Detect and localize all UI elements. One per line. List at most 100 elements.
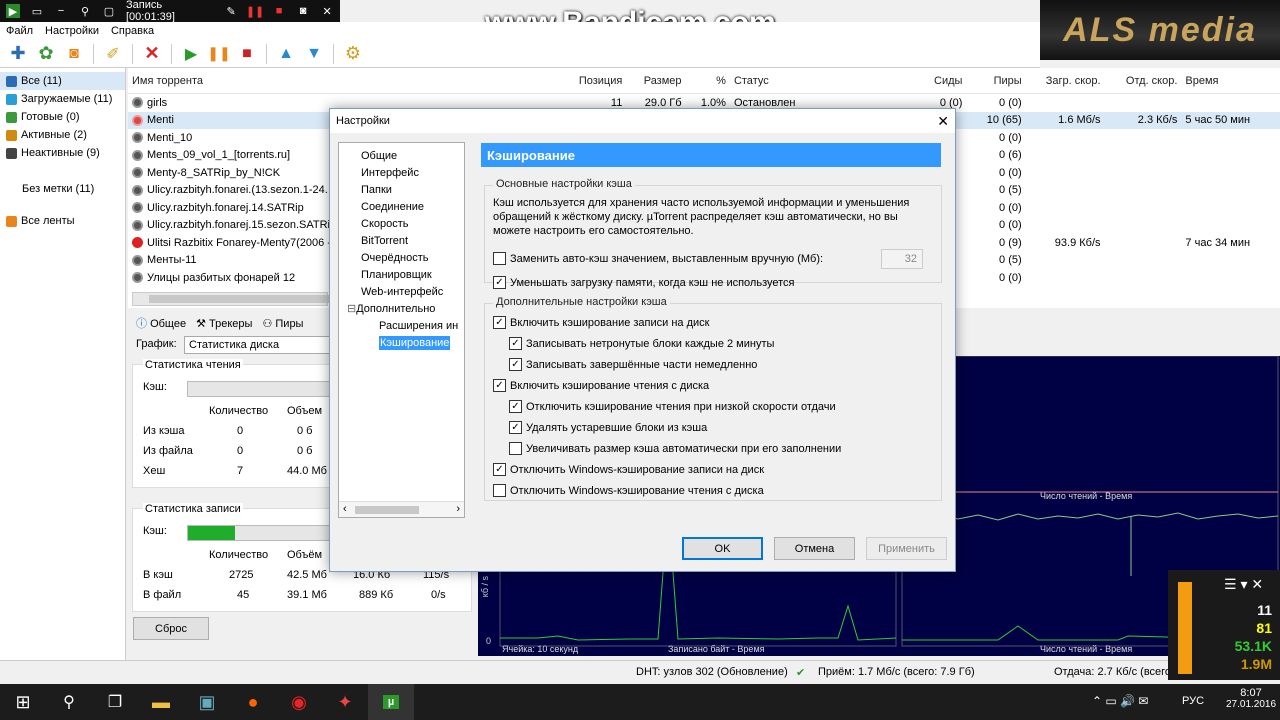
cache-option-checkbox[interactable]: Отключить Windows-кэширование чтения с д… [493, 484, 764, 497]
tree-item-11[interactable]: Кэширование [339, 334, 464, 351]
pause-icon[interactable]: ❚❚ [246, 4, 264, 18]
firefox-icon[interactable]: ● [230, 684, 276, 720]
remove-icon[interactable]: ✕ [140, 42, 164, 66]
tree-item-9[interactable]: ⊟ Дополнительно [339, 300, 464, 317]
cache-option-checkbox[interactable]: ✓ Отключить Windows-кэширование записи на… [493, 463, 764, 476]
col-name[interactable]: Имя торрента [128, 75, 571, 87]
windows-start-icon[interactable]: ⊞ [0, 684, 46, 720]
cache-option-checkbox[interactable]: ✓ Записывать завершённые части немедленно [509, 358, 757, 371]
tree-scrollbar[interactable]: ‹ › [339, 501, 464, 517]
file-explorer-icon[interactable]: ▬ [138, 684, 184, 720]
cancel-button[interactable]: Отмена [774, 537, 855, 560]
network-app-icon[interactable]: ▣ [184, 684, 230, 720]
col-percent[interactable]: % [686, 75, 730, 87]
tree-item-8[interactable]: Web-интерфейс [339, 283, 464, 300]
task-view-icon[interactable]: ❐ [92, 684, 138, 720]
close-icon[interactable]: ✕ [320, 4, 334, 18]
col-status[interactable]: Статус [730, 75, 878, 87]
tree-item-0[interactable]: Общие [339, 147, 464, 164]
menu-file[interactable]: Файл [6, 25, 33, 37]
menu-settings[interactable]: Настройки [45, 25, 99, 37]
window-target-icon[interactable]: ▢ [102, 4, 116, 18]
move-up-icon[interactable]: ▲ [274, 42, 298, 66]
sidebar-item-all[interactable]: Все (11) [0, 72, 125, 90]
cache-option-checkbox[interactable]: ✓ Записывать нетронутые блоки каждые 2 ми… [509, 337, 774, 350]
add-torrent-icon[interactable]: ✚ [6, 42, 30, 66]
apply-button[interactable]: Применить [866, 537, 947, 560]
graph-select[interactable]: Статистика диска [184, 336, 330, 354]
collapse-icon[interactable]: ⊟ [347, 302, 356, 315]
list-scrollbar[interactable] [132, 292, 329, 306]
start-icon[interactable]: ▶ [179, 42, 203, 66]
col-eta[interactable]: Время [1181, 75, 1280, 87]
settings-gear-icon[interactable]: ⚙ [341, 42, 365, 66]
reduce-memory-checkbox[interactable]: ✓ Уменьшать загрузку памяти, когда кэш н… [493, 276, 795, 289]
tab-label: Общее [150, 318, 187, 330]
cache-option-checkbox[interactable]: ✓ Включить кэширование записи на диск [493, 316, 709, 329]
tree-item-7[interactable]: Планировщик [339, 266, 464, 283]
col-upload-speed[interactable]: Отд. скор. [1105, 75, 1182, 87]
bandicam-icon[interactable]: ◉ [276, 684, 322, 720]
col-position[interactable]: Позиция [571, 75, 626, 87]
cache-option-checkbox[interactable]: ✓ Удалять устаревшие блоки из кэша [509, 421, 707, 434]
sidebar-item-feeds[interactable]: Все ленты [0, 212, 125, 230]
tree-item-5[interactable]: BitTorrent [339, 232, 464, 249]
stop-icon[interactable]: ■ [272, 4, 286, 18]
menu-help[interactable]: Справка [111, 25, 154, 37]
overlay-controls[interactable]: ☰ ▾ ✕ [1224, 576, 1263, 593]
sidebar-item-downloading[interactable]: Загружаемые (11) [0, 90, 125, 108]
graph-written-label: Записано байт - Время [668, 644, 765, 654]
tray-language[interactable]: РУС [1182, 695, 1204, 707]
tree-item-3[interactable]: Соединение [339, 198, 464, 215]
media-app-icon[interactable]: ✦ [322, 684, 368, 720]
tray-clock[interactable]: 8:07 27.01.2016 [1226, 687, 1276, 710]
reset-button[interactable]: Сброс [133, 617, 209, 640]
close-icon[interactable]: ✕ [937, 113, 949, 130]
tree-item-label: Интерфейс [361, 166, 419, 179]
move-down-icon[interactable]: ▼ [302, 42, 326, 66]
scrollbar-thumb[interactable] [355, 506, 419, 514]
tree-item-1[interactable]: Интерфейс [339, 164, 464, 181]
pencil-icon[interactable]: ✎ [224, 4, 238, 18]
scrollbar-thumb[interactable] [149, 295, 329, 303]
col-seeds[interactable]: Сиды [878, 75, 967, 87]
minimize-icon[interactable]: − [54, 4, 68, 18]
override-cache-checkbox[interactable]: Заменить авто-кэш значением, выставленны… [493, 252, 823, 265]
folder-icon[interactable]: ▭ [30, 4, 44, 18]
scroll-right-icon[interactable]: › [456, 503, 460, 515]
col-size[interactable]: Размер [626, 75, 685, 87]
tab-trackers[interactable]: ⚒ Трекеры [196, 317, 252, 330]
sidebar-item-inactive[interactable]: Неактивные (9) [0, 144, 125, 162]
tree-item-2[interactable]: Папки [339, 181, 464, 198]
scroll-left-icon[interactable]: ‹ [343, 503, 347, 515]
cache-option-checkbox[interactable]: ✓ Отключить кэширование чтения при низкой… [509, 400, 836, 413]
add-url-icon[interactable]: ✿ [34, 42, 58, 66]
camera-icon[interactable]: ◙ [296, 4, 310, 18]
pause-icon[interactable]: ❚❚ [207, 42, 231, 66]
search-icon[interactable]: ⚲ [78, 4, 92, 18]
sidebar-item-active[interactable]: Активные (2) [0, 126, 125, 144]
tree-item-4[interactable]: Скорость [339, 215, 464, 232]
cache-size-input[interactable]: 32 [881, 249, 923, 269]
cache-option-checkbox[interactable]: ✓ Включить кэширование чтения с диска [493, 379, 709, 392]
cache-option-checkbox[interactable]: Увеличивать размер кэша автоматически пр… [509, 442, 841, 455]
search-icon[interactable]: ⚲ [46, 684, 92, 720]
utorrent-taskbar-icon[interactable]: µ [368, 684, 414, 720]
graph-reads-label: Число чтений - Время [1040, 491, 1133, 501]
sidebar-item-completed[interactable]: Готовые (0) [0, 108, 125, 126]
create-torrent-icon[interactable]: ✐ [101, 42, 125, 66]
tree-item-6[interactable]: Очерёдность [339, 249, 464, 266]
col-download-speed[interactable]: Загр. скор. [1026, 75, 1105, 87]
rss-icon[interactable]: ◙ [62, 42, 86, 66]
sidebar-item-nolabel[interactable]: Без метки (11) [0, 180, 125, 198]
tab-general[interactable]: ⓘ Общее [136, 315, 186, 331]
stop-icon[interactable]: ■ [235, 42, 259, 66]
col-peers[interactable]: Пиры [966, 75, 1025, 87]
recorder-bar: ▶ ▭ − ⚲ ▢ Запись [00:01:39] ✎ ❚❚ ■ ◙ ✕ [0, 0, 340, 23]
checkbox-box: ✓ [509, 337, 522, 350]
tree-item-10[interactable]: Расширения ин [339, 317, 464, 334]
cache-option-label: Записывать нетронутые блоки каждые 2 мин… [526, 337, 775, 350]
ok-button[interactable]: OK [682, 537, 763, 560]
tab-peers[interactable]: ⚇ Пиры [262, 317, 303, 330]
tray-icons[interactable]: ⌃ ▭ 🔊 ✉ [1092, 694, 1148, 708]
